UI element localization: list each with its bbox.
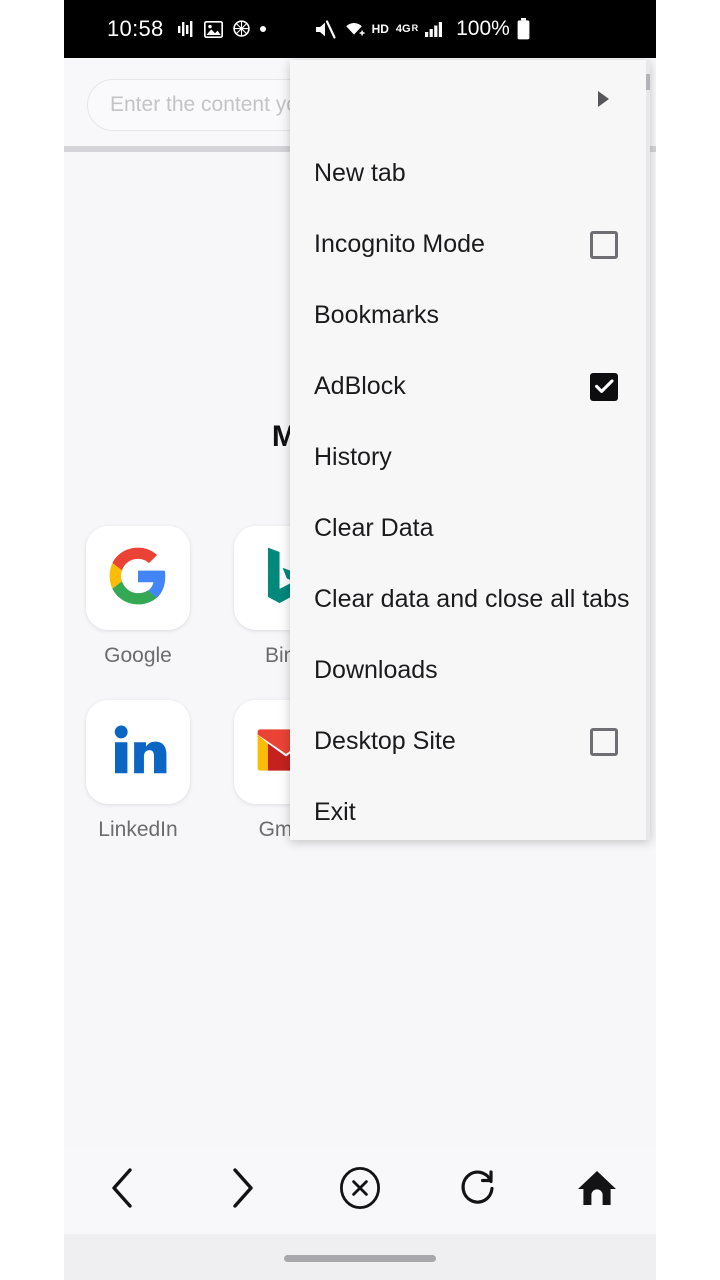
menu-item-label: Clear data and close all tabs <box>314 585 630 613</box>
status-bar: 10:58 HD 4G R 100% <box>64 0 656 58</box>
check-icon <box>594 379 614 393</box>
desktop-site-checkbox[interactable] <box>590 727 618 756</box>
incognito-mode-checkbox[interactable] <box>590 230 618 259</box>
menu-item-bookmarks[interactable]: Bookmarks <box>290 280 650 351</box>
back-button[interactable] <box>64 1167 182 1214</box>
home-button[interactable] <box>538 1168 656 1213</box>
menu-item-label: New tab <box>314 159 406 187</box>
menu-item-label: AdBlock <box>314 372 406 400</box>
home-icon <box>576 1168 618 1213</box>
menu-item-desktop-site[interactable]: Desktop Site <box>290 706 650 777</box>
image-icon <box>203 20 223 38</box>
status-bar-left-icons <box>177 20 266 38</box>
shortcut-tile[interactable] <box>86 526 190 630</box>
menu-item-downloads[interactable]: Downloads <box>290 635 650 706</box>
status-bar-clock: 10:58 <box>107 16 164 41</box>
forward-button[interactable] <box>182 1167 300 1214</box>
system-gesture-bar <box>64 1234 656 1280</box>
stop-button[interactable] <box>301 1166 419 1215</box>
network-type-icon: 4G R <box>395 22 419 35</box>
menu-item-clear-data-close-tabs[interactable]: Clear data and close all tabs <box>290 564 650 635</box>
battery-icon <box>517 18 530 40</box>
equalizer-icon <box>177 20 194 38</box>
signal-bars-icon <box>425 20 445 38</box>
menu-header <box>290 60 650 138</box>
menu-item-label: Exit <box>314 798 356 826</box>
mute-icon <box>314 19 336 39</box>
wifi-icon <box>343 20 365 38</box>
menu-item-label: History <box>314 443 392 471</box>
google-icon <box>107 545 169 612</box>
menu-item-history[interactable]: History <box>290 422 650 493</box>
menu-item-label: Bookmarks <box>314 301 440 329</box>
chevron-right-icon <box>227 1167 257 1214</box>
menu-item-clear-data[interactable]: Clear Data <box>290 493 650 564</box>
shortcut-tile[interactable] <box>86 700 190 804</box>
menu-item-exit[interactable]: Exit <box>290 777 650 840</box>
menu-item-new-tab[interactable]: New tab <box>290 138 650 209</box>
shortcut-label: Google <box>104 644 172 667</box>
roaming-label: R <box>411 22 419 33</box>
menu-scrollbar[interactable] <box>646 60 650 840</box>
dot-icon <box>259 26 266 32</box>
app-icon <box>232 20 250 38</box>
browser-options-menu: New tab Incognito Mode Bookmarks AdBlock… <box>290 60 650 840</box>
screenshot-root: 10:58 HD 4G R 100% Enter the content yo … <box>0 0 720 1280</box>
browser-bottom-navigation <box>64 1146 656 1234</box>
linkedin-icon <box>107 719 169 786</box>
menu-item-label: Clear Data <box>314 514 434 542</box>
shortcut-google[interactable]: Google <box>64 526 212 668</box>
chevron-left-icon <box>108 1167 138 1214</box>
menu-item-label: Desktop Site <box>314 727 456 755</box>
status-bar-right-icons: HD 4G R 100% <box>314 17 530 41</box>
hd-icon: HD <box>371 22 389 36</box>
menu-item-label: Downloads <box>314 656 438 684</box>
menu-item-label: Incognito Mode <box>314 230 485 258</box>
shortcut-label: LinkedIn <box>98 818 178 841</box>
gesture-pill[interactable] <box>284 1255 436 1262</box>
reload-button[interactable] <box>419 1167 537 1214</box>
menu-scrollbar-thumb[interactable] <box>646 74 650 90</box>
adblock-checkbox[interactable] <box>590 372 618 401</box>
triangle-right-icon[interactable] <box>597 90 611 113</box>
menu-item-incognito-mode[interactable]: Incognito Mode <box>290 209 650 280</box>
network-type-label: 4G <box>395 22 411 35</box>
battery-percent-label: 100% <box>456 17 510 40</box>
close-circle-icon <box>339 1166 381 1215</box>
shortcut-linkedin[interactable]: LinkedIn <box>64 700 212 842</box>
device-viewport: 10:58 HD 4G R 100% Enter the content yo … <box>64 0 656 1280</box>
reload-icon <box>458 1167 498 1214</box>
menu-item-adblock[interactable]: AdBlock <box>290 351 650 422</box>
